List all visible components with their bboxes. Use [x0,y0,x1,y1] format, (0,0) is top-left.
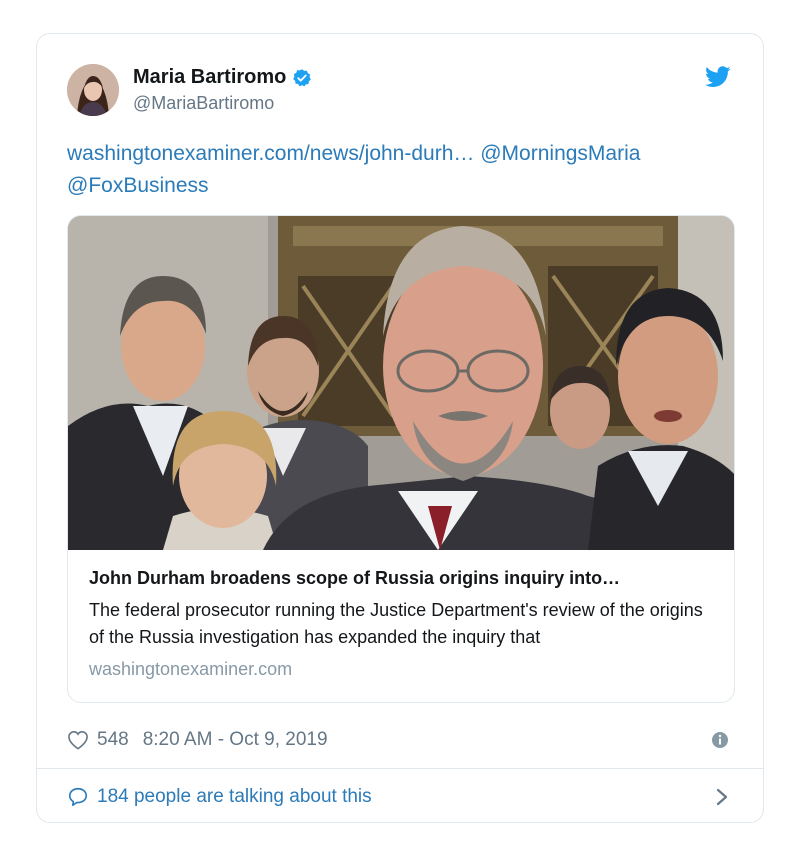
talking-count-text[interactable]: 184 people are talking about this [97,786,372,808]
link-card[interactable]: John Durham broadens scope of Russia ori… [67,215,735,703]
card-domain: washingtonexaminer.com [89,659,293,679]
like-count[interactable]: 548 [97,729,129,751]
card-body: John Durham broadens scope of Russia ori… [89,568,716,680]
verified-badge-icon [292,68,312,88]
card-title[interactable]: John Durham broadens scope of Russia ori… [89,568,716,589]
mention-morningsmaria[interactable]: @MorningsMaria [480,142,640,165]
divider [37,768,763,769]
conversation-link[interactable]: 184 people are talking about this [67,782,733,812]
info-icon[interactable] [711,731,729,749]
tweet-header: Maria Bartiromo @MariaBartiromo [67,62,733,118]
chevron-right-icon[interactable] [715,787,729,807]
mention-foxbusiness[interactable]: @FoxBusiness [67,174,209,197]
timestamp[interactable]: 8:20 AM - Oct 9, 2019 [143,729,328,751]
tweet-text: washingtonexaminer.com/news/john-durh… @… [67,138,727,202]
embedded-tweet: Maria Bartiromo @MariaBartiromo washingt… [36,33,764,823]
tweet-link[interactable]: washingtonexaminer.com/news/john-durh… [67,142,474,165]
heart-icon[interactable] [67,730,89,750]
author-handle[interactable]: @MariaBartiromo [133,93,312,114]
author-block: Maria Bartiromo @MariaBartiromo [133,66,312,114]
twitter-bird-icon[interactable] [705,66,731,88]
author-name[interactable]: Maria Bartiromo [133,66,286,89]
speech-bubble-icon [67,786,89,808]
card-description: The federal prosecutor running the Justi… [89,600,703,647]
card-image[interactable] [68,216,735,550]
avatar[interactable] [67,64,119,116]
tweet-meta: 548 8:20 AM - Oct 9, 2019 [67,725,733,755]
